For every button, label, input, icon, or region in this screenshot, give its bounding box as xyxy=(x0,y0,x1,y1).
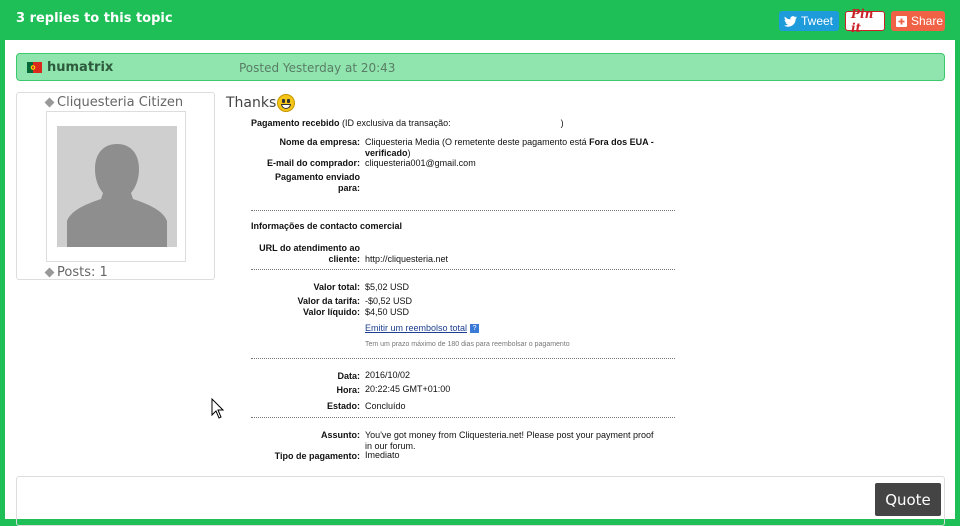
post-panel: humatrix Posted Yesterday at 20:43 Cliqu… xyxy=(5,40,955,526)
share-label: Share xyxy=(911,14,944,28)
posts-pip-icon xyxy=(44,267,55,278)
post-message: Thanks xyxy=(226,94,296,112)
email-label: E-mail do comprador: xyxy=(266,158,360,168)
refund-link[interactable]: Emitir um reembolso total? xyxy=(365,323,480,334)
net-value: $4,50 USD xyxy=(365,307,410,317)
fee-label: Valor da tarifa: xyxy=(297,296,360,306)
url-value: http://cliquesteria.net xyxy=(365,254,449,264)
receipt-heading: Pagamento recebido (ID exclusiva da tran… xyxy=(251,118,564,128)
refund-note: Tem um prazo máximo de 180 dias para ree… xyxy=(365,341,570,348)
avatar[interactable] xyxy=(57,126,177,247)
tweet-label: Tweet xyxy=(801,14,834,28)
payment-type-label: Tipo de pagamento: xyxy=(274,451,360,461)
quote-button[interactable]: Quote xyxy=(875,483,941,516)
subject-label: Assunto: xyxy=(321,430,360,440)
fee-value: -$0,52 USD xyxy=(365,296,413,306)
date-value: 2016/10/02 xyxy=(365,370,411,380)
total-value: $5,02 USD xyxy=(365,282,410,292)
receipt-divider xyxy=(251,210,675,211)
sent-to-label: Pagamento enviado para: xyxy=(274,172,360,193)
post-message-text: Thanks xyxy=(226,95,277,111)
net-label: Valor líquido: xyxy=(302,307,360,317)
payment-type-value: Imediato xyxy=(365,450,400,460)
company-label: Nome da empresa: xyxy=(279,137,360,147)
rank-pip-icon xyxy=(44,97,55,108)
help-icon[interactable]: ? xyxy=(470,324,480,334)
post-author-bar: humatrix Posted Yesterday at 20:43 xyxy=(16,53,945,81)
share-button[interactable]: Share xyxy=(891,11,945,31)
twitter-bird-icon xyxy=(784,15,797,27)
grin-emoji-icon xyxy=(277,94,296,112)
date-label: Data: xyxy=(337,371,360,381)
post-timestamp: Posted Yesterday at 20:43 xyxy=(239,61,396,75)
author-info-box: Cliquesteria Citizen Posts: 1 xyxy=(16,92,215,280)
time-label: Hora: xyxy=(336,385,360,395)
user-rank: Cliquesteria Citizen xyxy=(44,95,184,110)
avatar-frame xyxy=(46,111,186,262)
email-value: cliquesteria001@gmail.com xyxy=(365,158,476,168)
mouse-pointer-icon xyxy=(211,398,225,419)
replies-title: 3 replies to this topic xyxy=(16,11,173,26)
state-label: Estado: xyxy=(326,401,360,411)
pin-it-button[interactable]: Pin it xyxy=(845,7,885,35)
portugal-flag-icon xyxy=(27,62,42,73)
state-value: Concluído xyxy=(365,401,406,411)
receipt-divider xyxy=(251,358,675,359)
user-rank-label: Cliquesteria Citizen xyxy=(57,95,184,110)
plus-square-icon xyxy=(896,15,907,27)
url-label: URL do atendimento ao cliente: xyxy=(259,243,360,264)
time-value: 20:22:45 GMT+01:00 xyxy=(365,384,451,394)
tweet-button[interactable]: Tweet xyxy=(779,11,839,31)
post-count-label: Posts: 1 xyxy=(57,265,108,280)
receipt-divider xyxy=(251,269,675,270)
topic-header: 3 replies to this topic Tweet Pin it Sha… xyxy=(0,0,960,40)
share-buttons: Tweet Pin it Share xyxy=(779,7,945,35)
subject-value: You've got money from Cliquesteria.net! … xyxy=(365,430,654,451)
total-label: Valor total: xyxy=(313,282,360,292)
post-count: Posts: 1 xyxy=(44,265,108,280)
contact-heading: Informações de contacto comercial xyxy=(251,221,403,231)
company-value: Cliquesteria Media (O remetente deste pa… xyxy=(365,137,654,158)
default-avatar-silhouette-icon xyxy=(57,126,177,247)
pin-it-label: Pin it xyxy=(851,7,874,35)
receipt-divider xyxy=(251,417,675,418)
author-name-link[interactable]: humatrix xyxy=(47,60,113,75)
